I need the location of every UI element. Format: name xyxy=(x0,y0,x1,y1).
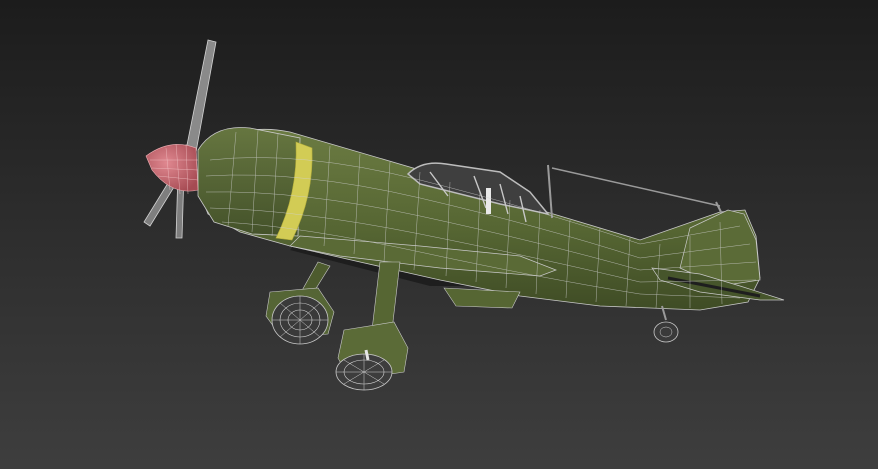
tail-wheel xyxy=(653,305,679,343)
radio-antenna xyxy=(547,164,723,219)
aircraft-model[interactable] xyxy=(0,0,878,469)
propeller-spinner xyxy=(145,143,199,195)
near-gear-strut xyxy=(371,261,401,331)
3d-viewport[interactable] xyxy=(0,0,878,469)
far-wheel xyxy=(271,295,329,345)
